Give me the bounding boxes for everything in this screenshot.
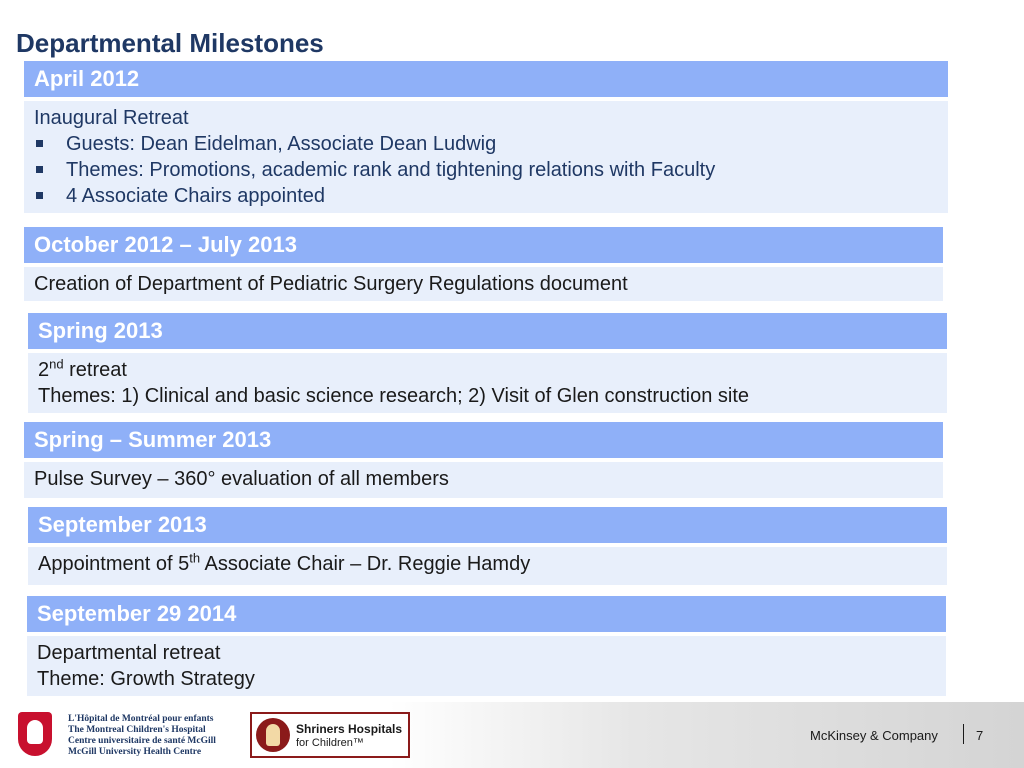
milestone-text: Pulse Survey – 360° evaluation of all me… <box>34 468 449 490</box>
ordinal-suffix: nd <box>49 356 64 372</box>
hospital-name-line: Centre universitaire de santé McGill <box>68 736 216 746</box>
shriners-name: Shriners Hospitals <box>296 722 403 736</box>
bullet-item: Guests: Dean Eidelman, Associate Dean Lu… <box>34 131 938 157</box>
milestone-period: April 2012 <box>24 61 948 97</box>
milestone-spring-summer-2013: Spring – Summer 2013 Pulse Survey – 360°… <box>24 422 943 498</box>
ordinal-number: 2 <box>38 359 50 381</box>
hospital-shield-icon <box>18 712 52 756</box>
milestone-period: October 2012 – July 2013 <box>24 227 943 263</box>
bullet-item: 4 Associate Chairs appointed <box>34 183 938 209</box>
milestone-line: Appointment of 5th Associate Chair – Dr.… <box>38 551 937 577</box>
milestone-line: 2nd retreat <box>38 357 937 383</box>
montreal-childrens-hospital-logo: L'Hôpital de Montréal pour enfants The M… <box>16 712 226 760</box>
milestone-heading: Inaugural Retreat <box>34 107 189 129</box>
bullet-item: Themes: Promotions, academic rank and ti… <box>34 157 938 183</box>
milestone-period: September 29 2014 <box>27 596 946 632</box>
hospital-name-line: The Montreal Children's Hospital <box>68 725 206 735</box>
bullet-list: Guests: Dean Eidelman, Associate Dean Lu… <box>34 131 938 209</box>
footer-divider <box>963 724 964 744</box>
milestone-line: Themes: 1) Clinical and basic science re… <box>38 385 750 407</box>
line-text: Appointment of 5 <box>38 553 190 575</box>
milestone-text: Creation of Department of Pediatric Surg… <box>34 273 628 295</box>
line-text: Associate Chair – Dr. Reggie Hamdy <box>200 553 531 575</box>
milestone-september-2013: September 2013 Appointment of 5th Associ… <box>28 507 947 585</box>
milestone-details: 2nd retreat Themes: 1) Clinical and basi… <box>28 353 947 413</box>
milestone-details: Departmental retreat Theme: Growth Strat… <box>27 636 946 696</box>
milestone-period: September 2013 <box>28 507 947 543</box>
milestone-line: Departmental retreat <box>37 642 221 664</box>
page-number: 7 <box>976 728 984 743</box>
page-title: Departmental Milestones <box>16 28 324 58</box>
footer: L'Hôpital de Montréal pour enfants The M… <box>0 702 1024 768</box>
milestone-oct-2012-jul-2013: October 2012 – July 2013 Creation of Dep… <box>24 227 943 301</box>
ordinal-suffix: th <box>189 550 201 566</box>
milestone-september-29-2014: September 29 2014 Departmental retreat T… <box>27 596 946 696</box>
milestone-spring-2013: Spring 2013 2nd retreat Themes: 1) Clini… <box>28 313 947 413</box>
milestone-details: Inaugural Retreat Guests: Dean Eidelman,… <box>24 101 948 213</box>
milestone-period: Spring – Summer 2013 <box>24 422 943 458</box>
company-name: McKinsey & Company <box>810 728 938 743</box>
milestone-details: Creation of Department of Pediatric Surg… <box>24 267 943 301</box>
hospital-name-line: McGill University Health Centre <box>68 747 202 757</box>
shriners-subtitle: for Children™ <box>296 737 364 749</box>
shriners-emblem-icon <box>256 718 290 752</box>
line-text: retreat <box>63 359 127 381</box>
milestone-details: Pulse Survey – 360° evaluation of all me… <box>24 462 943 498</box>
shriners-hospitals-logo: Shriners Hospitals for Children™ <box>250 712 410 758</box>
hospital-name-line: L'Hôpital de Montréal pour enfants <box>68 714 214 724</box>
milestone-april-2012: April 2012 Inaugural Retreat Guests: Dea… <box>24 61 948 213</box>
milestone-line: Theme: Growth Strategy <box>37 668 255 690</box>
milestone-details: Appointment of 5th Associate Chair – Dr.… <box>28 547 947 585</box>
hospital-name: L'Hôpital de Montréal pour enfants The M… <box>68 714 216 758</box>
milestone-period: Spring 2013 <box>28 313 947 349</box>
